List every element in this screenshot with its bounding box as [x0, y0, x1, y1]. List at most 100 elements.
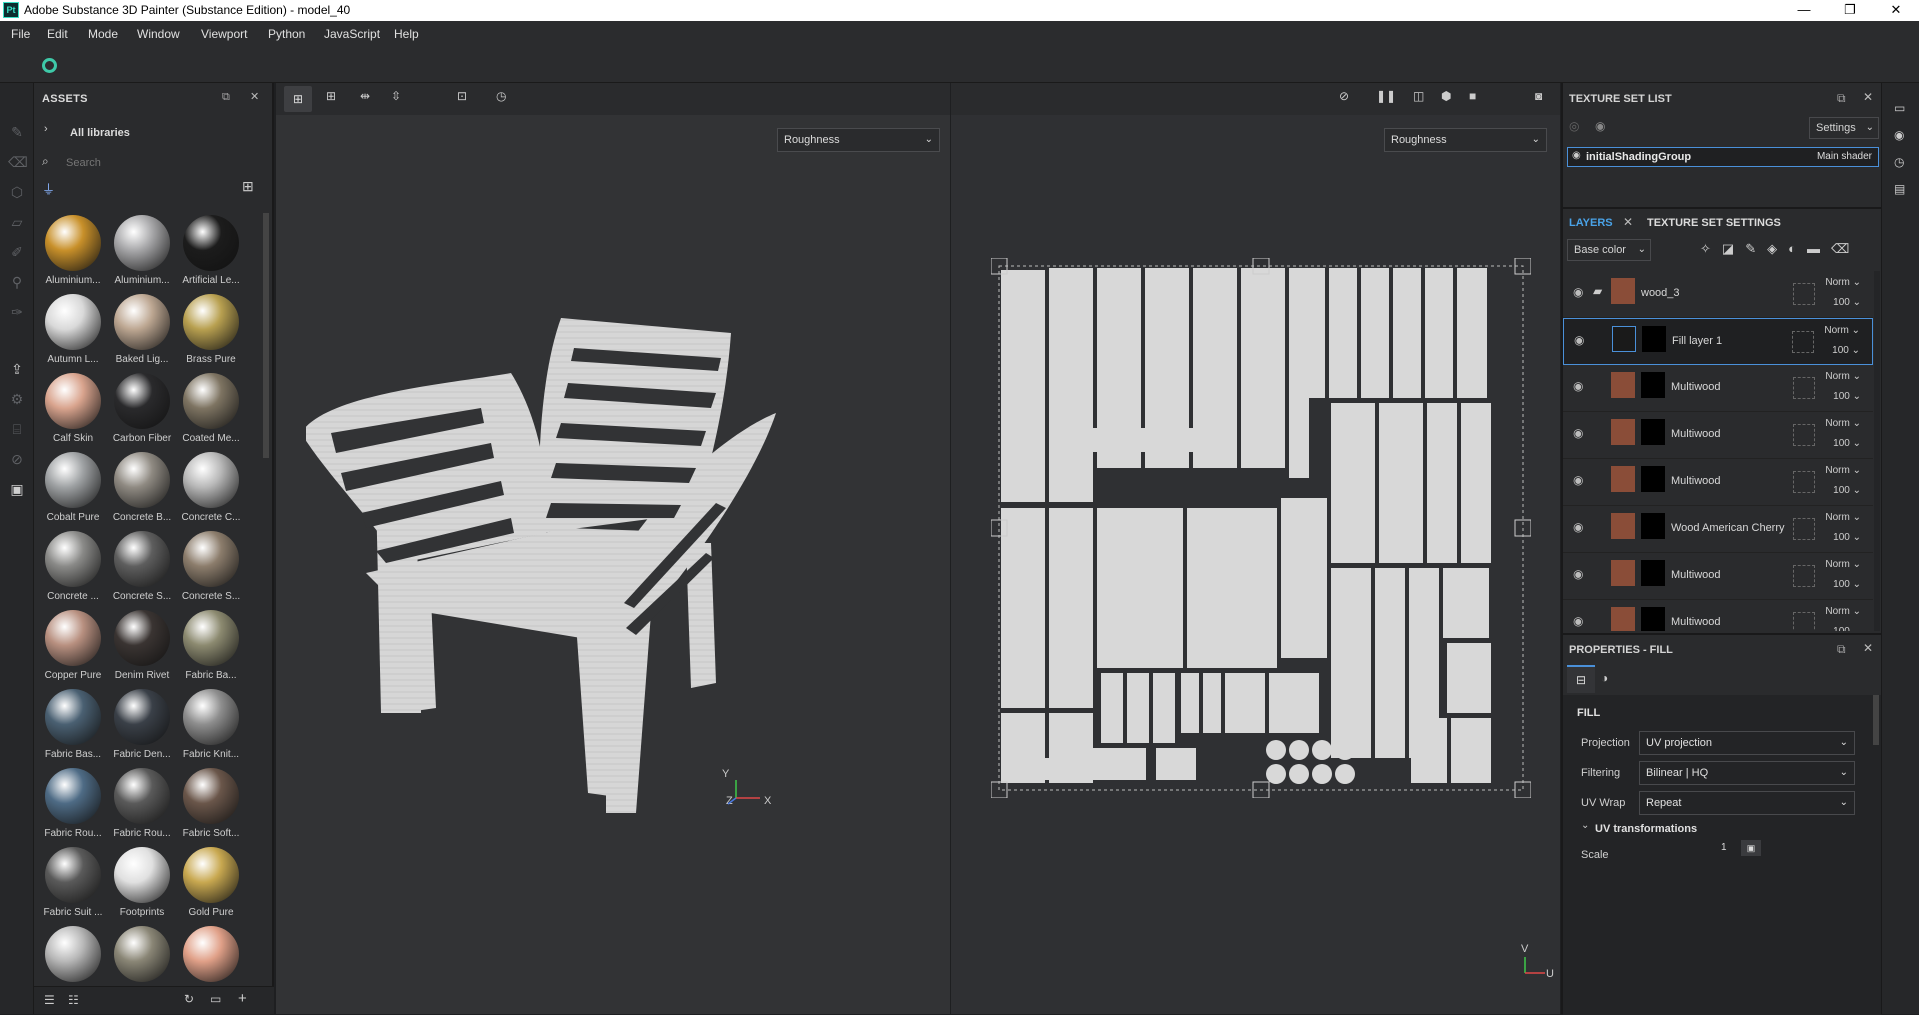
asset-tile[interactable]: Fabric Knit... — [178, 687, 244, 765]
blend-mode[interactable]: Norm ⌄ — [1825, 418, 1861, 429]
menu-viewport[interactable]: Viewport — [201, 27, 247, 41]
log-icon[interactable]: ▤ — [1894, 182, 1905, 196]
refresh-icon[interactable]: ↻ — [184, 992, 194, 1006]
bake-icon[interactable]: ⌸ — [8, 420, 26, 438]
camera-icon[interactable]: ■ — [1469, 89, 1476, 103]
grid-view-icon[interactable]: ⊞ — [242, 178, 254, 195]
asset-tile[interactable] — [40, 924, 106, 991]
picker-icon[interactable]: ✑ — [8, 303, 26, 321]
asset-tile[interactable]: Brass Pure — [178, 292, 244, 370]
opacity[interactable]: 100 ⌄ — [1833, 532, 1861, 543]
texture-set-item[interactable]: ◉ initialShadingGroup Main shader — [1567, 147, 1879, 167]
asset-tile[interactable]: Carbon Fiber — [109, 371, 175, 449]
visibility-icon[interactable]: ◎ — [1569, 119, 1579, 133]
effects-icon[interactable]: ✧ — [1700, 241, 1722, 256]
export-icon[interactable]: ⇪ — [8, 360, 26, 378]
chair-model[interactable] — [306, 263, 806, 823]
layer-thumbnail[interactable] — [1611, 466, 1635, 492]
folder-icon[interactable]: ▭ — [210, 992, 221, 1006]
eye-icon[interactable]: ◉ — [1573, 473, 1583, 487]
layer-mask-slot[interactable] — [1793, 565, 1815, 587]
channel-select[interactable]: Base color ⌄ — [1567, 239, 1651, 261]
layer-mask-slot[interactable] — [1793, 377, 1815, 399]
layer-thumbnail[interactable] — [1611, 278, 1635, 304]
asset-tile[interactable]: Fabric Soft... — [178, 766, 244, 844]
eraser-icon[interactable]: ⌫ — [8, 153, 28, 171]
blend-mode[interactable]: Norm ⌄ — [1825, 465, 1861, 476]
mask-thumbnail[interactable] — [1641, 607, 1665, 631]
mask-thumbnail[interactable] — [1641, 419, 1665, 445]
eye-icon[interactable]: ◉ — [1595, 119, 1605, 133]
close-icon[interactable]: ✕ — [1863, 90, 1873, 104]
layer-row[interactable]: ◉ Multiwood Norm ⌄ 100 ⌄ — [1563, 412, 1873, 459]
opacity[interactable]: 100 ⌄ — [1833, 579, 1861, 590]
opacity[interactable]: 100 ⌄ — [1833, 485, 1861, 496]
viewport-2d[interactable]: ⊘ ❚❚ ◫ ⬢ ■ ◙ Roughness ⌄ V U — [951, 83, 1560, 1014]
details-view-icon[interactable]: ☷ — [68, 993, 79, 1007]
fill-icon[interactable]: ◈ — [1767, 241, 1788, 256]
layer-scrollbar[interactable] — [1874, 271, 1880, 631]
asset-tile[interactable]: Concrete C... — [178, 450, 244, 528]
asset-tile[interactable]: Fabric Rou... — [40, 766, 106, 844]
blend-mode[interactable]: Norm ⌄ — [1825, 512, 1861, 523]
projection-icon[interactable]: ⬡ — [8, 183, 26, 201]
layer-mask-slot[interactable] — [1793, 283, 1815, 305]
pause-icon[interactable]: ❚❚ — [1376, 89, 1396, 103]
list-view-icon[interactable]: ☰ — [44, 993, 55, 1007]
eye-icon[interactable]: ◉ — [1573, 285, 1583, 299]
menu-javascript[interactable]: JavaScript — [324, 27, 380, 41]
scale-value[interactable]: 1 — [1721, 842, 1727, 853]
mask-thumbnail[interactable] — [1642, 326, 1666, 352]
folder-add-icon[interactable]: ▬ — [1807, 241, 1831, 256]
filtering-dropdown[interactable]: Bilinear | HQ ⌄ — [1639, 761, 1855, 785]
filter-icon[interactable]: ⏚ — [42, 179, 55, 198]
asset-tile[interactable]: Cobalt Pure — [40, 450, 106, 528]
mirror-y-icon[interactable]: ⇳ — [391, 89, 401, 103]
projection-dropdown[interactable]: UV projection ⌄ — [1639, 731, 1855, 755]
mask-thumbnail[interactable] — [1641, 466, 1665, 492]
mask-thumbnail[interactable] — [1641, 513, 1665, 539]
plugin-status-icon[interactable] — [42, 58, 57, 73]
mask-thumbnail[interactable] — [1641, 372, 1665, 398]
close-icon[interactable]: ✕ — [1863, 641, 1873, 655]
add-icon[interactable]: + — [238, 990, 247, 1007]
layer-thumbnail[interactable] — [1611, 513, 1635, 539]
layer-mask-slot[interactable] — [1793, 471, 1815, 493]
settings-icon[interactable]: ⚙ — [8, 390, 26, 408]
history-icon[interactable]: ◷ — [1894, 155, 1904, 169]
asset-tile[interactable]: Denim Rivet — [109, 608, 175, 686]
restore-button[interactable]: ❐ — [1827, 0, 1873, 21]
opacity[interactable]: 100 ⌄ — [1833, 626, 1861, 631]
menu-python[interactable]: Python — [268, 27, 305, 41]
close-icon[interactable]: ✕ — [250, 90, 260, 103]
asset-tile[interactable]: Gold Pure — [178, 845, 244, 923]
asset-tile[interactable]: Concrete ... — [40, 529, 106, 607]
layer-mask-slot[interactable] — [1793, 612, 1815, 631]
eye-icon[interactable]: ◉ — [1573, 567, 1583, 581]
render-icon[interactable]: ▣ — [8, 480, 26, 498]
texture-set-list-icon[interactable]: ▭ — [1894, 101, 1905, 115]
asset-tile[interactable]: Fabric Bas... — [40, 687, 106, 765]
uv-transform-section[interactable]: UV transformations — [1595, 823, 1697, 835]
mask-icon[interactable]: ◪ — [1722, 241, 1745, 256]
channel-dropdown-3d[interactable]: Roughness ⌄ — [777, 128, 940, 152]
polygon-fill-icon[interactable]: ▱ — [8, 213, 26, 231]
fill-properties-tab-icon[interactable]: ⊟ — [1567, 665, 1595, 693]
lock-icon[interactable]: ▣ — [1741, 840, 1761, 856]
layer-row[interactable]: ◉ Multiwood Norm ⌄ 100 ⌄ — [1563, 600, 1873, 631]
blend-mode[interactable]: Norm ⌄ — [1825, 606, 1861, 617]
asset-tile[interactable]: Autumn L... — [40, 292, 106, 370]
screenshot-icon[interactable]: ◙ — [1535, 89, 1542, 103]
clone-icon[interactable]: ⚲ — [8, 273, 26, 291]
minimize-button[interactable]: — — [1781, 0, 1827, 21]
asset-tile[interactable]: Aluminium... — [109, 213, 175, 291]
asset-tile[interactable]: Baked Lig... — [109, 292, 175, 370]
add-viewport-icon[interactable]: ⊡ — [457, 89, 467, 103]
asset-tile[interactable]: Footprints — [109, 845, 175, 923]
settings-dropdown[interactable]: Settings ⌄ — [1809, 117, 1879, 139]
layer-thumbnail[interactable] — [1611, 607, 1635, 631]
eye-icon[interactable]: ◉ — [1573, 520, 1583, 534]
asset-tile[interactable]: Fabric Den... — [109, 687, 175, 765]
asset-scrollbar[interactable] — [263, 213, 269, 458]
asset-tile[interactable]: Concrete S... — [109, 529, 175, 607]
